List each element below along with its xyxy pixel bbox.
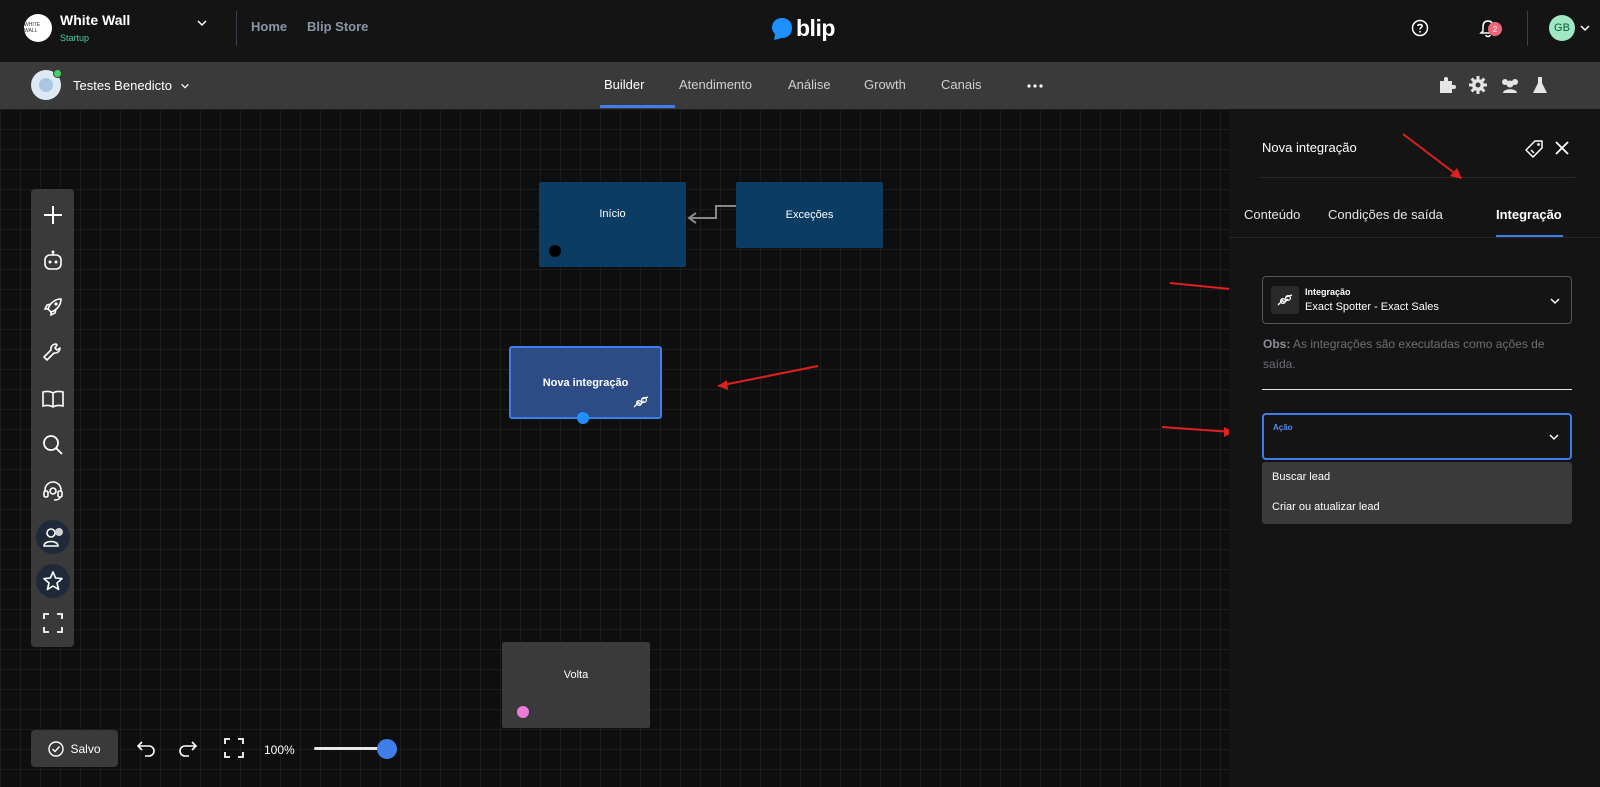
flow-node-nova-integracao[interactable]: Nova integração [509,346,662,424]
tab-conteudo[interactable]: Conteúdo [1244,207,1300,222]
divider [236,11,237,46]
flow-canvas[interactable]: Início Exceções Nova integração Volta Sa… [0,109,1242,787]
headset-icon[interactable] [31,469,74,512]
zoom-slider-track[interactable] [314,747,386,750]
puzzle-icon[interactable] [1437,75,1457,95]
node-start-dot [549,245,561,257]
rocket-icon[interactable] [31,285,74,328]
undo-icon[interactable] [136,739,156,757]
tab-growth[interactable]: Growth [864,77,906,92]
tab-integracao[interactable]: Integração [1496,207,1562,222]
note-prefix: Obs: [1263,337,1291,351]
chevron-down-icon[interactable] [180,81,190,91]
action-dropdown: Buscar lead Criar ou atualizar lead [1262,462,1572,524]
search-icon[interactable] [31,423,74,466]
chevron-down-icon[interactable] [196,17,208,29]
chevron-down-icon [1548,431,1560,443]
integration-select[interactable]: Integração Exact Spotter - Exact Sales [1262,276,1572,324]
divider [1527,11,1528,46]
blip-logo: blip [771,15,835,42]
org-name[interactable]: White Wall [60,12,130,28]
flow-node-volta[interactable]: Volta [502,642,650,728]
node-label: Nova integração [542,376,629,389]
node-label: Volta [563,669,589,681]
nav-link-home[interactable]: Home [251,19,287,34]
option-buscar-lead[interactable]: Buscar lead [1272,471,1330,483]
check-circle-icon [48,740,65,757]
annotation-arrow [717,365,819,390]
node-output-dot[interactable] [577,412,589,424]
org-logo[interactable]: WHITE WALL [24,14,52,42]
chevron-down-icon [1549,295,1561,307]
action-label: Ação [1273,423,1293,432]
wrench-icon[interactable] [31,331,74,374]
help-icon[interactable] [1411,19,1429,37]
chevron-down-icon[interactable] [1579,22,1591,34]
saved-label: Salvo [70,741,101,756]
brand-text: blip [796,15,835,41]
star-icon[interactable] [31,559,74,602]
user-chat-icon[interactable] [31,515,74,558]
gear-icon[interactable] [1468,75,1488,95]
more-icon[interactable] [1027,84,1043,88]
nav-link-blip-store[interactable]: Blip Store [307,19,368,34]
avatar[interactable]: GB [1549,15,1575,41]
online-status-dot [53,69,62,78]
integration-value: Exact Spotter - Exact Sales [1305,301,1439,313]
bot-nav-bar: Testes Benedicto Builder Atendimento Aná… [0,62,1600,109]
builder-toolbar [31,189,74,647]
node-tag-dot [517,706,529,718]
integration-note: Obs: As integrações são executadas como … [1263,334,1563,374]
saved-status-button[interactable]: Salvo [31,730,118,767]
tab-atendimento[interactable]: Atendimento [679,77,752,92]
org-plan: Startup [60,33,90,43]
active-tab-indicator [600,105,675,108]
tab-builder[interactable]: Builder [604,77,644,92]
users-icon[interactable] [1499,75,1521,95]
divider [1229,237,1600,238]
flask-icon[interactable] [1532,75,1548,95]
redo-icon[interactable] [178,739,198,757]
zoom-slider-thumb[interactable] [377,739,397,759]
divider [1262,389,1572,390]
node-label: Início [599,208,626,220]
close-icon[interactable] [1555,141,1569,155]
tag-icon[interactable] [1524,139,1544,159]
panel-title: Nova integração [1262,140,1357,155]
integration-label: Integração [1305,287,1351,297]
top-bar: WHITE WALL White Wall Startup Home Blip … [0,0,1600,62]
annotation-arrow [1402,133,1462,179]
star-icon-bg [35,563,70,598]
node-label: Exceções [785,209,834,221]
tab-analise[interactable]: Análise [788,77,831,92]
node-properties-panel: Nova integração Conteúdo Condições de sa… [1229,109,1600,787]
fullscreen-icon[interactable] [31,601,74,644]
notification-badge: 2 [1488,22,1502,36]
flow-node-inicio[interactable]: Início [539,182,686,267]
tab-canais[interactable]: Canais [941,77,981,92]
user-chat-icon-bg [35,519,70,554]
action-select[interactable]: Ação [1262,413,1572,460]
note-text: As integrações são executadas como ações… [1263,337,1545,371]
plus-icon[interactable] [31,193,74,236]
option-criar-atualizar-lead[interactable]: Criar ou atualizar lead [1272,501,1380,513]
plug-icon [1271,286,1299,314]
flow-node-excecoes[interactable]: Exceções [736,182,883,248]
annotation-arrow [1161,426,1234,437]
flow-connector [687,205,736,224]
book-icon[interactable] [31,377,74,420]
fit-screen-icon[interactable] [222,736,246,760]
bot-icon[interactable] [31,239,74,282]
bot-name[interactable]: Testes Benedicto [73,78,172,93]
org-logo-text: WHITE WALL [24,22,41,34]
plug-icon [632,395,650,409]
tab-condicoes-de-saida[interactable]: Condições de saída [1328,207,1443,222]
zoom-level: 100% [264,743,295,757]
blip-bubble-icon [772,17,792,40]
